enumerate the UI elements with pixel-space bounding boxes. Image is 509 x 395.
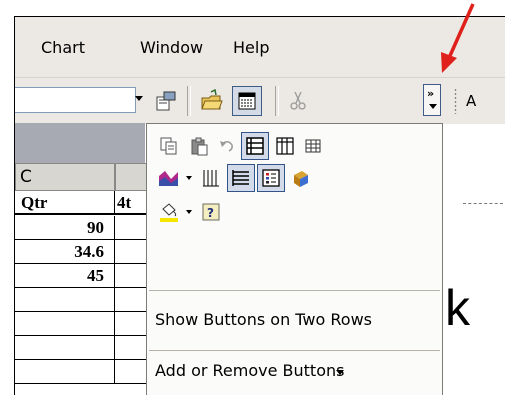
cell-empty[interactable] [115, 360, 147, 384]
toolbar-overflow-dropdown: ? Show Buttons on Two Rows Add or Remove… [146, 123, 443, 395]
background-letter: k [445, 280, 470, 336]
show-buttons-two-rows-item[interactable]: Show Buttons on Two Rows [155, 310, 372, 329]
chart-type-dropdown-arrow-icon[interactable] [186, 176, 192, 180]
dashed-guide-line [463, 203, 503, 204]
cell-value-3[interactable]: 45 [15, 264, 115, 288]
menu-bar: Chart Window Help [15, 17, 505, 77]
column-header-d[interactable] [115, 163, 147, 191]
category-axis-gridlines-icon[interactable] [197, 164, 225, 192]
column-header-c[interactable]: C [15, 163, 115, 191]
toolbar-grip-handle[interactable] [454, 88, 457, 114]
chart-type-icon[interactable] [155, 164, 183, 192]
font-name-box[interactable]: A [466, 92, 476, 110]
cell-empty[interactable] [15, 336, 115, 360]
cell-empty[interactable] [115, 240, 147, 264]
cell-4th-header[interactable]: 4t [115, 191, 147, 215]
cell-value-2[interactable]: 34.6 [15, 240, 115, 264]
help-icon[interactable]: ? [197, 198, 225, 226]
menu-separator [149, 350, 440, 351]
submenu-arrow-icon [336, 370, 344, 375]
properties-icon[interactable] [151, 86, 181, 116]
cell-empty[interactable] [115, 336, 147, 360]
fill-color-dropdown-arrow-icon[interactable] [186, 210, 192, 214]
menu-separator [149, 290, 440, 291]
menu-window[interactable]: Window [140, 38, 203, 57]
data-table-icon[interactable] [299, 132, 327, 160]
form-table-icon[interactable] [232, 86, 262, 116]
copy-icon[interactable] [155, 132, 183, 160]
cell-empty[interactable] [115, 264, 147, 288]
paste-icon[interactable] [185, 132, 213, 160]
by-column-icon[interactable] [271, 132, 299, 160]
menu-help[interactable]: Help [233, 38, 269, 57]
combo-dropdown-arrow-icon[interactable] [135, 96, 143, 101]
cell-empty[interactable] [15, 312, 115, 336]
toolbar-options-chevron-button[interactable]: » [423, 84, 441, 116]
standard-toolbar: » A [15, 77, 505, 124]
add-remove-buttons-item[interactable]: Add or Remove Buttons [155, 361, 344, 380]
menu-chart[interactable]: Chart [41, 38, 85, 57]
chevron-down-icon [429, 104, 437, 109]
cell-qtr-header[interactable]: Qtr [15, 191, 115, 215]
toolbar-separator [275, 86, 279, 116]
cell-empty[interactable] [115, 312, 147, 336]
legend-icon[interactable] [257, 164, 285, 192]
cell-empty[interactable] [15, 288, 115, 312]
svg-text:?: ? [207, 206, 214, 220]
3d-view-icon[interactable] [287, 164, 315, 192]
undo-icon[interactable] [213, 132, 241, 160]
cell-empty[interactable] [15, 360, 115, 384]
value-axis-gridlines-icon[interactable] [227, 164, 255, 192]
app-window: Chart Window Help » A C Qtr 4t 90 34.6 4… [14, 16, 505, 395]
toolbar-separator [187, 86, 191, 116]
cell-value-1[interactable]: 90 [15, 216, 115, 240]
worksheet-title-band [15, 123, 145, 163]
cell-empty[interactable] [115, 216, 147, 240]
cut-scissors-icon[interactable] [283, 86, 313, 116]
zoom-combo-box[interactable] [15, 87, 136, 113]
chevron-right-icon: » [427, 87, 435, 100]
open-folder-icon[interactable] [197, 86, 227, 116]
by-row-icon[interactable] [241, 132, 269, 160]
cell-empty[interactable] [115, 288, 147, 312]
fill-color-icon[interactable] [155, 198, 183, 226]
